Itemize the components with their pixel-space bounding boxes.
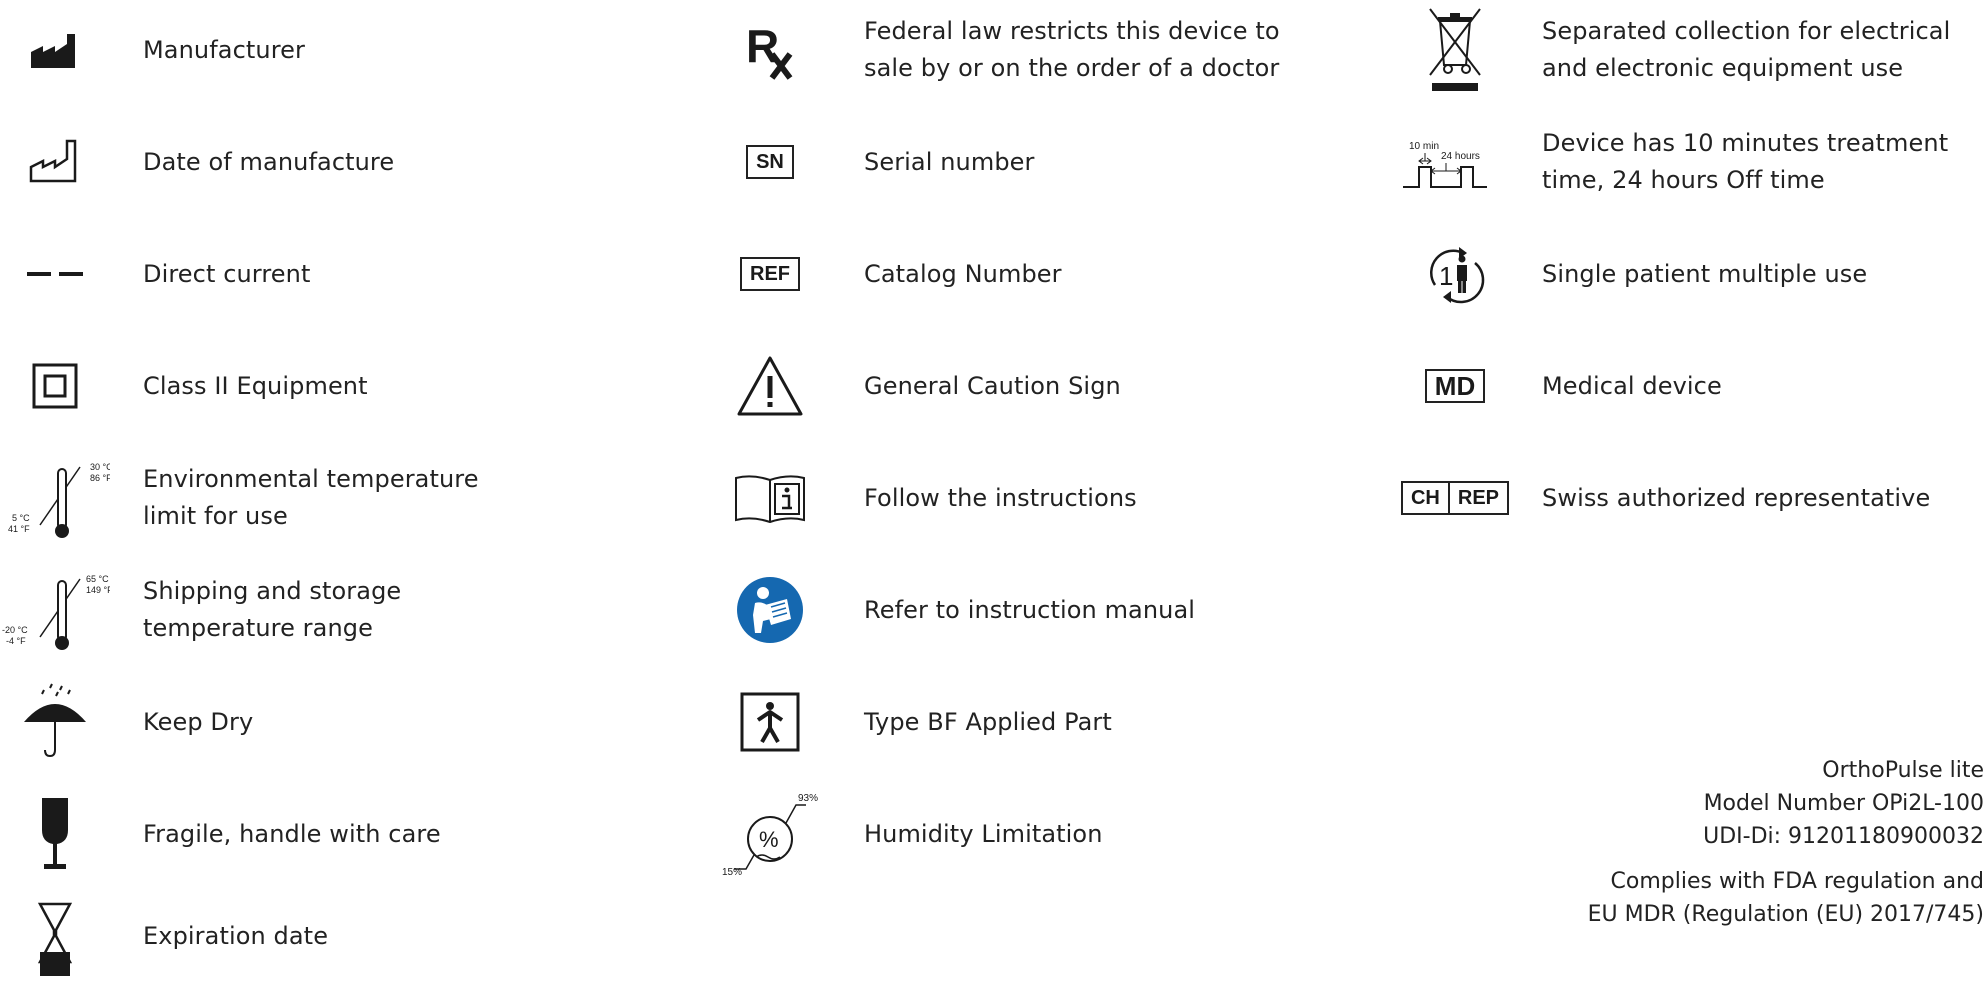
humidity-high: 93%	[798, 793, 818, 804]
label-keep-dry: Keep Dry	[143, 707, 254, 736]
label-ch-rep: Swiss authorized representative	[1542, 483, 1931, 512]
label-treatment-timing: Device has 10 minutes treatment time, 24…	[1542, 129, 1949, 194]
temp-high-c: 30 °C	[90, 462, 110, 472]
on-time: 10 min	[1409, 141, 1439, 152]
symbol-general-caution: General Caution Sign	[720, 341, 1121, 431]
label-type-bf: Type BF Applied Part	[864, 707, 1112, 736]
symbol-single-patient: 1 Single patient multiple use	[1390, 229, 1867, 319]
off-time: 24 hours	[1441, 151, 1480, 162]
compliance-line-1: Complies with FDA regulation and	[1610, 869, 1984, 894]
svg-text:R: R	[746, 20, 779, 72]
label-medical-device: Medical device	[1542, 371, 1722, 400]
manufacturer-icon	[0, 5, 110, 95]
label-catalog-number: Catalog Number	[864, 259, 1062, 288]
symbol-catalog-number: REF Catalog Number	[720, 229, 1062, 319]
symbol-fragile: Fragile, handle with care	[0, 789, 441, 879]
treatment-timing-icon: 10 min 24 hours	[1390, 117, 1520, 207]
rx-icon: R	[720, 5, 820, 95]
compliance-line-2: EU MDR (Regulation (EU) 2017/745)	[1587, 902, 1984, 927]
symbol-type-bf: Type BF Applied Part	[720, 677, 1112, 767]
label-follow-instructions: Follow the instructions	[864, 483, 1137, 512]
label-date-of-manufacture: Date of manufacture	[143, 147, 395, 176]
svg-text:%: %	[759, 827, 779, 852]
symbol-weee: Separated collection for electrical and …	[1390, 5, 1950, 95]
weee-bin-icon	[1390, 5, 1520, 95]
humidity-low: 15%	[722, 867, 742, 878]
temp-high-f: 86 °F	[90, 473, 110, 483]
symbol-treatment-timing: 10 min 24 hours Device has 10 minutes tr…	[1390, 117, 1948, 207]
symbol-manufacturer: Manufacturer	[0, 5, 305, 95]
md-icon: MD	[1390, 341, 1520, 431]
temp-high-f: 149 °F	[86, 585, 110, 595]
symbol-keep-dry: Keep Dry	[0, 677, 253, 767]
instruction-manual-icon	[720, 565, 820, 655]
symbol-humidity: % 93% 15% Humidity Limitation	[720, 789, 1103, 879]
label-direct-current: Direct current	[143, 259, 311, 288]
temp-low-f: 41 °F	[8, 524, 30, 534]
umbrella-icon	[0, 677, 110, 767]
label-single-patient: Single patient multiple use	[1542, 259, 1868, 288]
symbol-class-ii: Class II Equipment	[0, 341, 368, 431]
udi-number: UDI-Di: 91201180900032	[1703, 824, 1984, 849]
ref-icon: REF	[720, 229, 820, 319]
label-humidity: Humidity Limitation	[864, 819, 1103, 848]
date-of-manufacture-icon	[0, 117, 110, 207]
label-class-ii: Class II Equipment	[143, 371, 368, 400]
hourglass-icon	[0, 891, 110, 981]
temp-low-c: 5 °C	[12, 513, 30, 523]
label-environmental-temperature: Environmental temperature limit for use	[143, 465, 479, 530]
ch-rep-icon: CH REP	[1390, 453, 1520, 543]
direct-current-icon	[0, 229, 110, 319]
symbol-ch-rep: CH REP Swiss authorized representative	[1390, 453, 1930, 543]
type-bf-icon	[720, 677, 820, 767]
temp-low-f: -4 °F	[6, 636, 26, 646]
storage-temperature-icon: 65 °C 149 °F -20 °C -4 °F	[0, 565, 110, 655]
fragile-glass-icon	[0, 789, 110, 879]
humidity-icon: % 93% 15%	[720, 789, 820, 879]
label-rx: Federal law restricts this device to sal…	[864, 17, 1280, 82]
symbol-direct-current: Direct current	[0, 229, 310, 319]
label-general-caution: General Caution Sign	[864, 371, 1121, 400]
symbol-serial-number: SN Serial number	[720, 117, 1035, 207]
label-weee: Separated collection for electrical and …	[1542, 17, 1951, 82]
caution-icon	[720, 341, 820, 431]
class-ii-icon	[0, 341, 110, 431]
label-storage-temperature: Shipping and storage temperature range	[143, 577, 402, 642]
label-fragile: Fragile, handle with care	[143, 819, 441, 848]
svg-text:1: 1	[1439, 261, 1453, 291]
instructions-book-icon	[720, 453, 820, 543]
label-refer-manual: Refer to instruction manual	[864, 595, 1196, 624]
temperature-limit-icon: 30 °C 86 °F 5 °C 41 °F	[0, 453, 110, 543]
label-serial-number: Serial number	[864, 147, 1035, 176]
temp-low-c: -20 °C	[2, 625, 28, 635]
symbol-rx: R Federal law restricts this device to s…	[720, 5, 1280, 95]
single-patient-icon: 1	[1390, 229, 1520, 319]
product-name: OrthoPulse lite	[1822, 758, 1984, 783]
symbol-storage-temperature: 65 °C 149 °F -20 °C -4 °F Shipping and s…	[0, 565, 401, 655]
symbol-refer-manual: Refer to instruction manual	[720, 565, 1195, 655]
model-number: Model Number OPi2L-100	[1703, 791, 1984, 816]
label-manufacturer: Manufacturer	[143, 35, 305, 64]
label-expiration-date: Expiration date	[143, 921, 329, 950]
temp-high-c: 65 °C	[86, 574, 109, 584]
symbol-date-of-manufacture: Date of manufacture	[0, 117, 394, 207]
symbol-environmental-temperature: 30 °C 86 °F 5 °C 41 °F Environmental tem…	[0, 453, 479, 543]
symbol-medical-device: MD Medical device	[1390, 341, 1722, 431]
sn-icon: SN	[720, 117, 820, 207]
product-info: OrthoPulse lite Model Number OPi2L-100 U…	[1588, 754, 1984, 931]
symbol-follow-instructions: Follow the instructions	[720, 453, 1137, 543]
symbol-expiration-date: Expiration date	[0, 891, 328, 981]
